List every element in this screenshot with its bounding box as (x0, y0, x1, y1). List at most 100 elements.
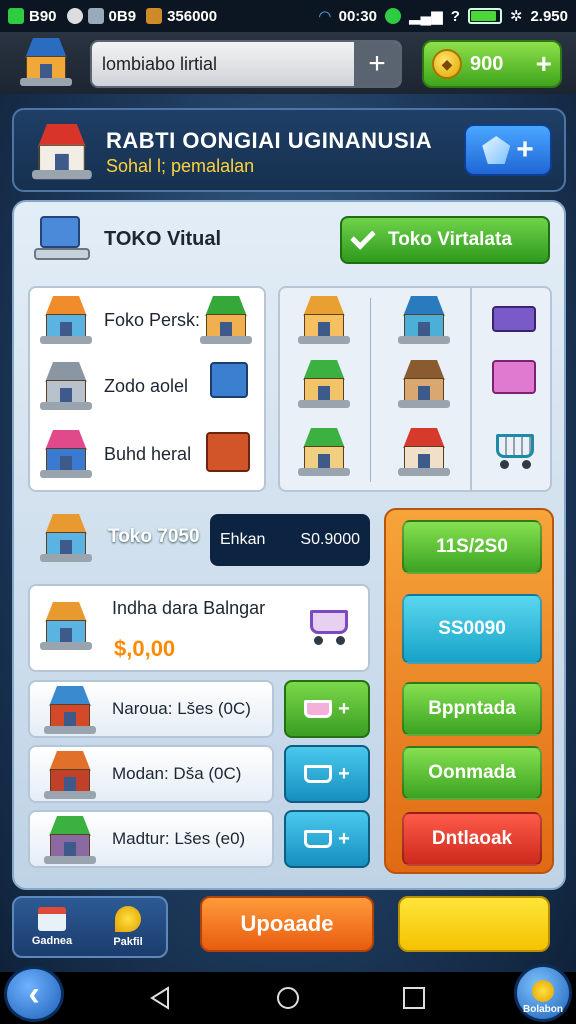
calendar-icon (38, 907, 66, 931)
header-title: RABTI OONGIAI UGINANUSIA (106, 128, 433, 153)
yellow-action-button[interactable] (398, 896, 550, 952)
status-chip: 356000 (146, 8, 217, 25)
store-name: Toko 7050 (108, 526, 200, 547)
gem-add-symbol: + (516, 133, 534, 166)
coin-add-symbol: + (535, 48, 552, 79)
status-chip-text: 356000 (167, 7, 218, 25)
status-mid: 0B9 (66, 7, 137, 25)
battery-fill (470, 11, 497, 21)
add-symbol: + (338, 827, 350, 850)
shop-tile-icon[interactable] (398, 360, 450, 408)
gem-icon (482, 136, 511, 164)
search-add-button[interactable]: + (354, 42, 400, 86)
profile-pin-icon (532, 980, 554, 1002)
list-item-label: Zodo aolel (104, 375, 189, 396)
laptop-icon (210, 362, 248, 398)
status-right: ◠ 00:30 ▂▄▆ ? ✲ 2.950 (319, 7, 568, 26)
nav-back-icon[interactable] (148, 986, 172, 1010)
cart-icon (304, 765, 333, 783)
promo-shop-icon (40, 602, 92, 650)
store-house-icon (32, 124, 92, 180)
search-value: lombiabo lirtial (102, 53, 218, 74)
coin-icon: ◆ (432, 49, 462, 79)
profile-button[interactable]: Bolabon (514, 964, 572, 1022)
list-item-label: Foko Persk: (103, 309, 201, 330)
promo-price: $,0,00 (114, 636, 176, 661)
balance-chip-value: S0.9000 (300, 531, 360, 548)
coin-amount: 900 (470, 52, 504, 75)
list-item-label: Buhd heral (104, 443, 192, 464)
computer-store-icon (30, 210, 96, 266)
add-cart-button[interactable]: + (284, 680, 370, 738)
status-mid-text: 0B9 (108, 7, 137, 25)
action-button-label: 11S/2S0 (436, 536, 508, 557)
add-cart-button[interactable]: + (284, 745, 370, 803)
shop-tile-icon[interactable] (398, 428, 450, 476)
pink-box-icon[interactable] (492, 360, 536, 394)
camera-icon (66, 8, 83, 24)
toko-virtual-label: Toko Virtalata (388, 229, 512, 250)
shop-tile-icon[interactable] (298, 360, 350, 408)
search-add-symbol: + (368, 47, 386, 80)
item-row[interactable]: Modan: Dša (0C) (28, 745, 274, 803)
status-left: B90 (8, 8, 57, 25)
tab-pakfil[interactable]: Pakfil (90, 898, 166, 956)
search-input[interactable]: lombiabo lirtial + (90, 40, 402, 88)
coin-balance-button[interactable]: ◆ 900 + (422, 40, 562, 88)
list-item[interactable]: Buhd heral (30, 422, 266, 486)
item-row[interactable]: Madtur: Lšes (e0) (28, 810, 274, 868)
shop-tile-icon[interactable] (398, 296, 450, 344)
cart-icon (304, 830, 333, 848)
store-thumb-icon (40, 514, 92, 562)
action-button[interactable]: Dntlaoak (402, 812, 542, 866)
pink-shop-icon (40, 430, 92, 478)
update-label: Upoaade (240, 911, 334, 936)
promo-card[interactable]: Indha dara Balngar $,0,00 (28, 584, 370, 672)
action-button[interactable]: 11S/2S0 (402, 520, 542, 574)
status-right-text: 2.950 (530, 7, 568, 25)
nav-home-icon[interactable] (276, 986, 300, 1010)
action-button[interactable]: Bppntada (402, 682, 542, 736)
nav-recents-icon[interactable] (402, 986, 426, 1010)
item-row[interactable]: Naroua: Lšes (0C) (28, 680, 274, 738)
update-button[interactable]: Upoaade (200, 896, 374, 952)
cash-register-icon (206, 432, 250, 472)
shop-logo-icon[interactable] (14, 34, 76, 90)
add-symbol: + (338, 762, 350, 785)
pin-icon (115, 906, 141, 932)
shop-tile-icon[interactable] (298, 296, 350, 344)
list-item[interactable]: Zodo aolel (30, 354, 266, 418)
balance-chip-label: Ehkan (220, 531, 266, 548)
box-icon (146, 8, 163, 24)
wifi-icon: ◠ (319, 8, 331, 25)
list-item[interactable]: Foko Persk: (30, 288, 266, 352)
action-button-label: Oonmada (428, 762, 516, 783)
battery-icon (467, 8, 502, 24)
shop-tile-icon[interactable] (298, 428, 350, 476)
store-title: TOKO Vitual (104, 228, 222, 250)
check-icon (350, 224, 376, 250)
status-signal-text: ? (450, 7, 460, 25)
user-icon (87, 8, 104, 24)
shop-grid-panel (278, 286, 552, 492)
gray-building-icon (40, 362, 92, 410)
cart-tile-icon[interactable] (490, 430, 540, 470)
item-label: Madtur: Lšes (e0) (112, 829, 246, 848)
toko-virtual-button[interactable]: Toko Virtalata (340, 216, 550, 264)
green-shop-icon (200, 296, 253, 344)
action-button[interactable]: SS0090 (402, 594, 542, 664)
status-bar: B90 0B9 356000 ◠ 00:30 ▂▄▆ ? ✲ 2.950 (0, 0, 576, 32)
add-symbol: + (338, 697, 350, 720)
notification-icon (385, 8, 401, 24)
bottom-tabs: Gadnea Pakfil (12, 896, 168, 958)
app-badge-icon (8, 8, 24, 24)
book-icon[interactable] (492, 306, 536, 332)
gem-add-button[interactable]: + (464, 124, 552, 176)
action-column: 11S/2S0 SS0090 Bppntada Oonmada Dntlaoak (384, 508, 554, 874)
action-button[interactable]: Oonmada (402, 746, 542, 800)
profile-label: Bolabon (523, 1004, 563, 1015)
add-cart-button[interactable]: + (284, 810, 370, 868)
action-button-label: Dntlaoak (431, 828, 513, 849)
tab-gadnea[interactable]: Gadnea (14, 898, 90, 956)
back-button[interactable]: ‹ (4, 966, 64, 1022)
